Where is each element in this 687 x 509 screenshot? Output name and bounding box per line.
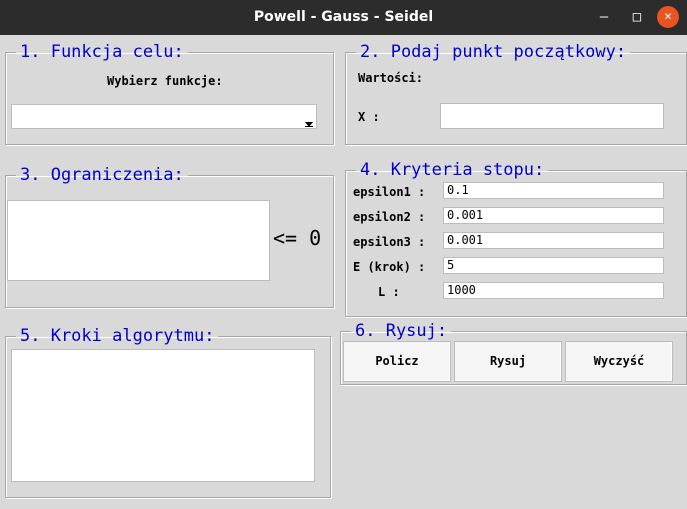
close-icon[interactable]: ✕ bbox=[657, 6, 679, 28]
epsilon2-label: epsilon2 : bbox=[353, 210, 426, 224]
group-objective-function: 1. Funkcja celu: bbox=[5, 42, 334, 145]
maximize-icon[interactable]: □ bbox=[626, 6, 648, 28]
function-select[interactable] bbox=[11, 104, 317, 129]
group-legend: 5. Kroki algorytmu: bbox=[20, 326, 215, 346]
draw-button[interactable]: Rysuj bbox=[454, 341, 562, 382]
x-input[interactable] bbox=[440, 103, 664, 129]
group-legend: 4. Kryteria stopu: bbox=[360, 160, 545, 180]
constraint-operator-label: <= 0 bbox=[273, 226, 322, 250]
group-legend: 2. Podaj punkt początkowy: bbox=[360, 42, 627, 62]
choose-function-label: Wybierz funkcje: bbox=[107, 74, 223, 88]
epsilon3-label: epsilon3 : bbox=[353, 235, 426, 249]
group-legend: 1. Funkcja celu: bbox=[20, 42, 184, 62]
epsilon2-input[interactable]: 0.001 bbox=[443, 207, 664, 224]
epsilon1-input[interactable]: 0.1 bbox=[443, 182, 664, 199]
minimize-icon[interactable]: – bbox=[593, 6, 615, 28]
window-title: Powell - Gauss - Seidel bbox=[253, 9, 434, 25]
step-label: E (krok) : bbox=[353, 260, 426, 274]
step-input[interactable]: 5 bbox=[443, 257, 664, 274]
group-legend: 6. Rysuj: bbox=[355, 321, 448, 341]
chevron-down-icon[interactable] bbox=[302, 105, 316, 128]
algorithm-steps-textarea[interactable] bbox=[11, 349, 315, 482]
l-label: L : bbox=[378, 285, 400, 299]
values-label: Wartości: bbox=[358, 71, 424, 85]
epsilon1-label: epsilon1 : bbox=[353, 185, 426, 199]
l-input[interactable]: 1000 bbox=[443, 282, 664, 299]
clear-button[interactable]: Wyczyść bbox=[565, 341, 673, 382]
group-legend: 3. Ograniczenia: bbox=[20, 165, 184, 185]
calculate-button[interactable]: Policz bbox=[343, 341, 451, 382]
constraints-textarea[interactable] bbox=[7, 200, 270, 281]
window-titlebar: Powell - Gauss - Seidel – □ ✕ bbox=[0, 0, 687, 35]
x-label: X : bbox=[358, 110, 380, 124]
group-start-point: 2. Podaj punkt początkowy: bbox=[345, 42, 687, 145]
epsilon3-input[interactable]: 0.001 bbox=[443, 232, 664, 249]
